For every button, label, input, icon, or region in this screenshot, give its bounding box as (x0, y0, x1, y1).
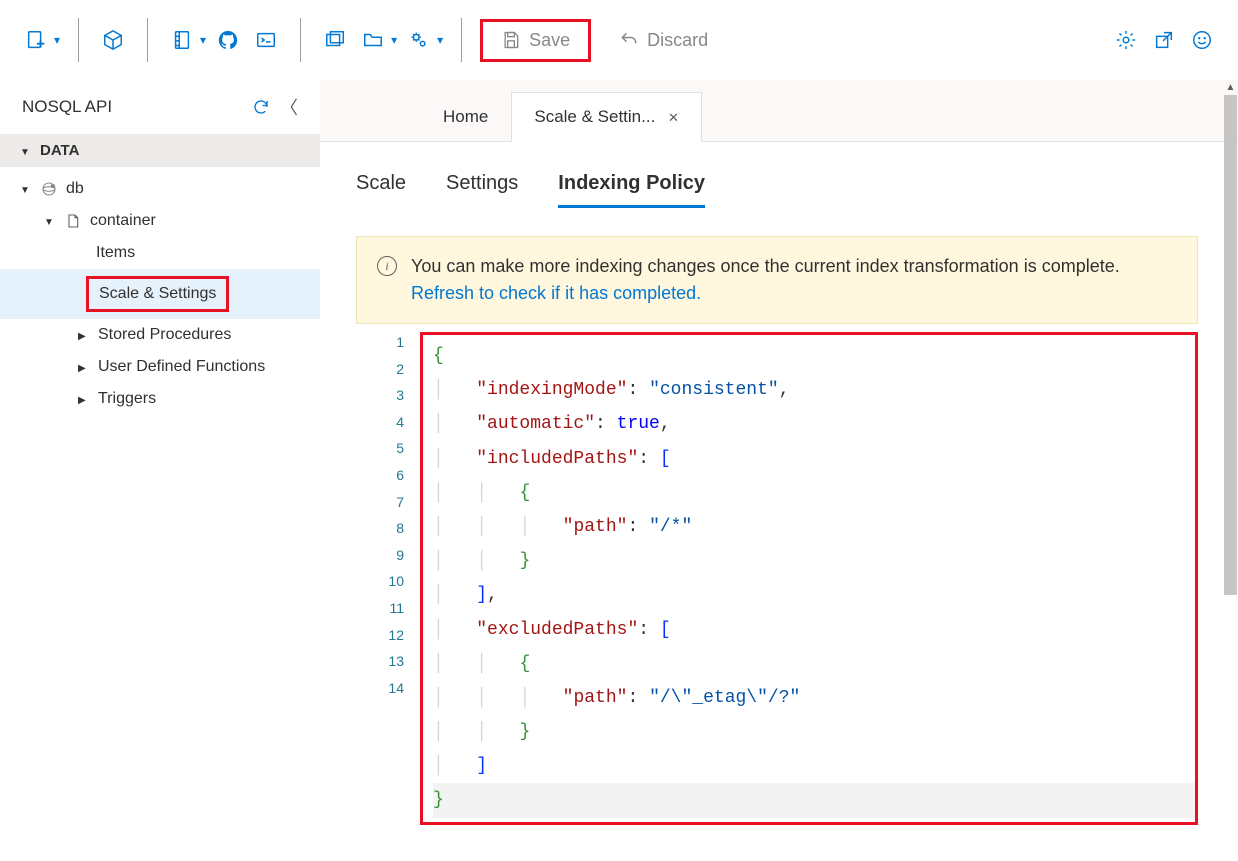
data-section-header[interactable]: DATA (0, 134, 320, 167)
document-icon (64, 212, 82, 230)
toolbar-divider (461, 18, 462, 62)
caret-down-icon (44, 212, 56, 230)
cube-icon[interactable] (97, 24, 129, 56)
tab-scale-label: Scale & Settin... (534, 107, 655, 126)
notebook-icon[interactable] (166, 24, 198, 56)
line-number-gutter: 1234567891011121314 (356, 330, 420, 825)
subtab-scale[interactable]: Scale (356, 172, 406, 208)
settings-panel: Scale Settings Indexing Policy i You can… (320, 142, 1238, 861)
tree-container[interactable]: container (0, 205, 320, 237)
caret-right-icon (78, 358, 90, 376)
settings-gear-icon[interactable] (1110, 24, 1142, 56)
chevron-down-icon[interactable]: ▾ (391, 33, 397, 47)
banner-text-wrap: You can make more indexing changes once … (411, 253, 1177, 307)
triggers-label: Triggers (98, 390, 156, 408)
subtab-settings-label: Settings (446, 172, 518, 194)
refresh-icon[interactable] (252, 98, 270, 116)
subtab-settings[interactable]: Settings (446, 172, 518, 208)
toolbar: ▾ ▾ ▾ ▾ Save Discard (0, 0, 1238, 80)
info-banner: i You can make more indexing changes onc… (356, 236, 1198, 324)
save-icon (501, 30, 521, 50)
sidebar-item-items[interactable]: Items (0, 237, 320, 269)
sidebar-item-udf[interactable]: User Defined Functions (0, 351, 320, 383)
undo-icon (619, 30, 639, 50)
database-icon (40, 180, 58, 198)
section-label: DATA (40, 142, 79, 159)
discard-button[interactable]: Discard (605, 24, 722, 57)
udf-label: User Defined Functions (98, 358, 265, 376)
save-button-highlight: Save (480, 19, 591, 62)
caret-right-icon (78, 326, 90, 344)
caret-down-icon (20, 142, 32, 159)
scrollbar-thumb[interactable] (1224, 95, 1237, 595)
scrollbar-track[interactable]: ▲ (1223, 80, 1238, 861)
tree-database[interactable]: db (0, 173, 320, 205)
new-item-icon[interactable] (20, 24, 52, 56)
container-label: container (90, 212, 156, 230)
subtab-indexing-policy[interactable]: Indexing Policy (558, 172, 705, 208)
github-icon[interactable] (212, 24, 244, 56)
content-area: Home Scale & Settin... ✕ Scale Settings … (320, 80, 1238, 861)
collapse-icon[interactable]: 〈 (280, 94, 298, 120)
caret-right-icon (78, 390, 90, 408)
toolbar-divider (300, 18, 301, 62)
sidebar-item-scale-settings[interactable]: Scale & Settings (0, 269, 320, 319)
windows-icon[interactable] (319, 24, 351, 56)
caret-down-icon (20, 180, 32, 198)
banner-text: You can make more indexing changes once … (411, 256, 1120, 276)
subtab-indexing-label: Indexing Policy (558, 172, 705, 194)
folder-icon[interactable] (357, 24, 389, 56)
scale-settings-label: Scale & Settings (99, 285, 216, 302)
chevron-down-icon[interactable]: ▾ (200, 33, 206, 47)
code-content[interactable]: {│ "indexingMode": "consistent",│ "autom… (423, 335, 1195, 822)
close-icon[interactable]: ✕ (668, 110, 679, 125)
toolbar-divider (147, 18, 148, 62)
db-label: db (66, 180, 84, 198)
stored-procs-label: Stored Procedures (98, 326, 231, 344)
refresh-link[interactable]: Refresh to check if it has completed. (411, 283, 701, 303)
sidebar-item-stored-procedures[interactable]: Stored Procedures (0, 319, 320, 351)
terminal-icon[interactable] (250, 24, 282, 56)
tab-home-label: Home (443, 107, 488, 126)
save-label: Save (529, 30, 570, 51)
sidebar-header: NOSQL API 〈 (0, 80, 320, 134)
discard-label: Discard (647, 30, 708, 51)
items-label: Items (96, 244, 135, 262)
chevron-down-icon[interactable]: ▾ (437, 33, 443, 47)
open-external-icon[interactable] (1148, 24, 1180, 56)
feedback-smile-icon[interactable] (1186, 24, 1218, 56)
subtab-scale-label: Scale (356, 172, 406, 194)
subtab-bar: Scale Settings Indexing Policy (356, 172, 1198, 208)
code-editor[interactable]: {│ "indexingMode": "consistent",│ "autom… (420, 332, 1198, 825)
sidebar: NOSQL API 〈 DATA db (0, 80, 320, 861)
tab-scale-settings[interactable]: Scale & Settin... ✕ (511, 92, 702, 142)
scale-settings-highlight: Scale & Settings (86, 276, 229, 312)
toolbar-divider (78, 18, 79, 62)
info-icon: i (377, 256, 397, 276)
scroll-up-icon[interactable]: ▲ (1223, 80, 1238, 95)
chevron-down-icon[interactable]: ▾ (54, 33, 60, 47)
tab-home[interactable]: Home (420, 92, 511, 142)
tab-bar: Home Scale & Settin... ✕ (320, 80, 1238, 142)
sidebar-item-triggers[interactable]: Triggers (0, 383, 320, 415)
api-title: NOSQL API (22, 97, 112, 117)
save-button[interactable]: Save (487, 24, 584, 57)
gears-icon[interactable] (403, 24, 435, 56)
